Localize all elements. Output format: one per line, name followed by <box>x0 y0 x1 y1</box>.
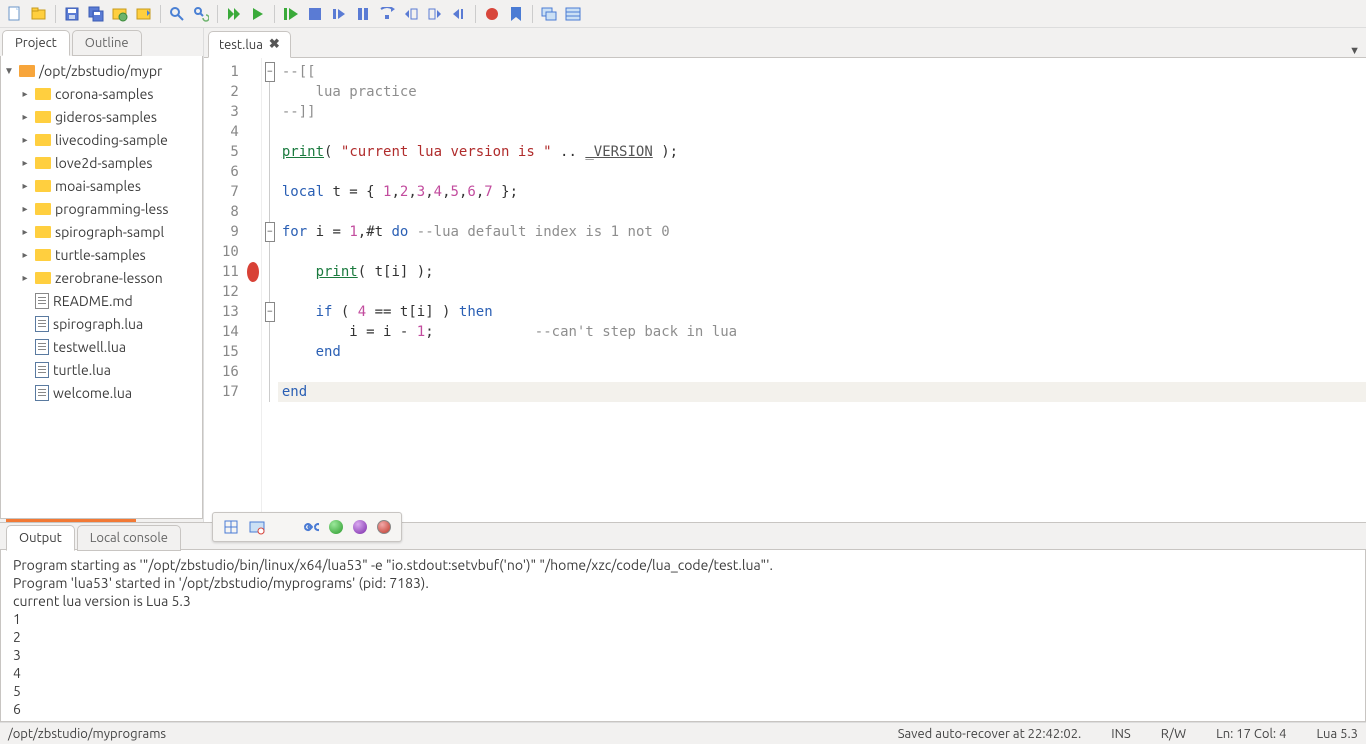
tree-file[interactable]: testwell.lua <box>1 335 202 358</box>
status-pos: Ln: 17 Col: 4 <box>1216 727 1286 741</box>
output-line: 5 <box>13 682 1353 700</box>
status-bar: /opt/zbstudio/myprograms Saved auto-reco… <box>0 722 1366 744</box>
output-line: 1 <box>13 610 1353 628</box>
fold-gutter[interactable]: − − − <box>262 58 278 522</box>
output-line: 4 <box>13 664 1353 682</box>
stack-icon[interactable] <box>538 3 560 25</box>
tree-folder[interactable]: ▸gideros-samples <box>1 105 202 128</box>
tree-folder[interactable]: ▸spirograph-sampl <box>1 220 202 243</box>
new-file-icon[interactable] <box>4 3 26 25</box>
fold-toggle[interactable]: − <box>265 302 275 322</box>
code-editor[interactable]: 1234567891011121314151617 − − − --[[ lua p… <box>204 58 1366 522</box>
breakpoint-icon[interactable] <box>481 3 503 25</box>
output-line: Program 'lua53' started in '/opt/zbstudi… <box>13 574 1353 592</box>
recent-icon[interactable] <box>133 3 155 25</box>
code-line[interactable] <box>278 202 1366 222</box>
code-line[interactable]: print( t[i] ); <box>278 262 1366 282</box>
status-save-msg: Saved auto-recover at 22:42:02. <box>898 727 1082 741</box>
code-line[interactable] <box>278 122 1366 142</box>
output-line: 2 <box>13 628 1353 646</box>
code-line[interactable]: end <box>278 342 1366 362</box>
tab-project[interactable]: Project <box>2 30 70 56</box>
tree-file[interactable]: turtle.lua <box>1 358 202 381</box>
stop-icon[interactable] <box>304 3 326 25</box>
code-line[interactable]: if ( 4 == t[i] ) then <box>278 302 1366 322</box>
tree-file[interactable]: spirograph.lua <box>1 312 202 335</box>
tree-folder[interactable]: ▸zerobrane-lesson <box>1 266 202 289</box>
main-toolbar <box>0 0 1366 28</box>
code-line[interactable] <box>278 242 1366 262</box>
bottom-pane: Output Local console Program starting as… <box>0 522 1366 722</box>
pause-icon[interactable] <box>352 3 374 25</box>
code-line[interactable]: local t = { 1,2,3,4,5,6,7 }; <box>278 182 1366 202</box>
save-all-icon[interactable] <box>85 3 107 25</box>
tab-local-console[interactable]: Local console <box>77 525 181 551</box>
tree-folder[interactable]: ▸programming-less <box>1 197 202 220</box>
code-line[interactable] <box>278 362 1366 382</box>
tab-output[interactable]: Output <box>6 525 75 551</box>
project-sidebar: Project Outline ▼/opt/zbstudio/mypr▸coro… <box>0 28 204 522</box>
status-path: /opt/zbstudio/myprograms <box>8 727 166 741</box>
tree-folder[interactable]: ▸livecoding-sample <box>1 128 202 151</box>
find-icon[interactable] <box>166 3 188 25</box>
fold-toggle[interactable]: − <box>265 62 275 82</box>
bookmark-icon[interactable] <box>505 3 527 25</box>
tab-outline[interactable]: Outline <box>72 30 142 56</box>
run-to-icon[interactable] <box>448 3 470 25</box>
step-back-icon[interactable] <box>424 3 446 25</box>
bottom-tabs: Output Local console <box>0 525 1366 551</box>
code-line[interactable]: --]] <box>278 102 1366 122</box>
code-content[interactable]: --[[ lua practice--]] print( "current lua… <box>278 58 1366 522</box>
code-line[interactable] <box>278 162 1366 182</box>
fold-toggle[interactable]: − <box>265 222 275 242</box>
code-line[interactable]: print( "current lua version is " .. _VER… <box>278 142 1366 162</box>
code-line[interactable]: end <box>278 382 1366 402</box>
breakpoint-gutter[interactable] <box>245 58 261 522</box>
tree-file[interactable]: welcome.lua <box>1 381 202 404</box>
output-line: 6 <box>13 700 1353 718</box>
project-tree[interactable]: ▼/opt/zbstudio/mypr▸corona-samples▸gider… <box>0 54 203 519</box>
watch-icon[interactable] <box>562 3 584 25</box>
close-icon[interactable]: ✖ <box>269 37 280 52</box>
output-line: 3 <box>13 646 1353 664</box>
output-content[interactable]: Program starting as '"/opt/zbstudio/bin/… <box>0 549 1366 722</box>
save-icon[interactable] <box>61 3 83 25</box>
code-line[interactable]: i = i - 1; --can't step back in lua <box>278 322 1366 342</box>
tree-folder[interactable]: ▸turtle-samples <box>1 243 202 266</box>
debug-start-icon[interactable] <box>280 3 302 25</box>
status-rw: R/W <box>1161 727 1186 741</box>
tab-overflow-icon[interactable]: ▼ <box>1349 45 1360 57</box>
line-number-gutter: 1234567891011121314151617 <box>204 58 245 522</box>
editor-tab-test-lua[interactable]: test.lua ✖ <box>208 31 291 58</box>
status-lang: Lua 5.3 <box>1316 727 1358 741</box>
sidebar-tabs: Project Outline <box>0 30 203 56</box>
code-line[interactable] <box>278 282 1366 302</box>
step-over-icon[interactable] <box>328 3 350 25</box>
editor-tabs: test.lua ✖ ▼ <box>204 28 1366 58</box>
tab-label: test.lua <box>219 38 263 52</box>
step-out-icon[interactable] <box>400 3 422 25</box>
output-line: current lua version is Lua 5.3 <box>13 592 1353 610</box>
code-line[interactable]: --[[ <box>278 62 1366 82</box>
tree-folder[interactable]: ▸love2d-samples <box>1 151 202 174</box>
open-icon[interactable] <box>28 3 50 25</box>
code-line[interactable]: for i = 1,#t do --lua default index is 1… <box>278 222 1366 242</box>
tree-folder[interactable]: ▸moai-samples <box>1 174 202 197</box>
project-icon[interactable] <box>109 3 131 25</box>
tree-root[interactable]: ▼/opt/zbstudio/mypr <box>1 59 202 82</box>
run-single-icon[interactable] <box>247 3 269 25</box>
output-line: Program starting as '"/opt/zbstudio/bin/… <box>13 556 1353 574</box>
editor-area: test.lua ✖ ▼ 1234567891011121314151617 −… <box>204 28 1366 522</box>
tree-file[interactable]: README.md <box>1 289 202 312</box>
find-replace-icon[interactable] <box>190 3 212 25</box>
breakpoint-marker[interactable] <box>247 262 259 282</box>
run-icon[interactable] <box>223 3 245 25</box>
status-ins: INS <box>1111 727 1130 741</box>
code-line[interactable]: lua practice <box>278 82 1366 102</box>
tree-folder[interactable]: ▸corona-samples <box>1 82 202 105</box>
step-into-icon[interactable] <box>376 3 398 25</box>
